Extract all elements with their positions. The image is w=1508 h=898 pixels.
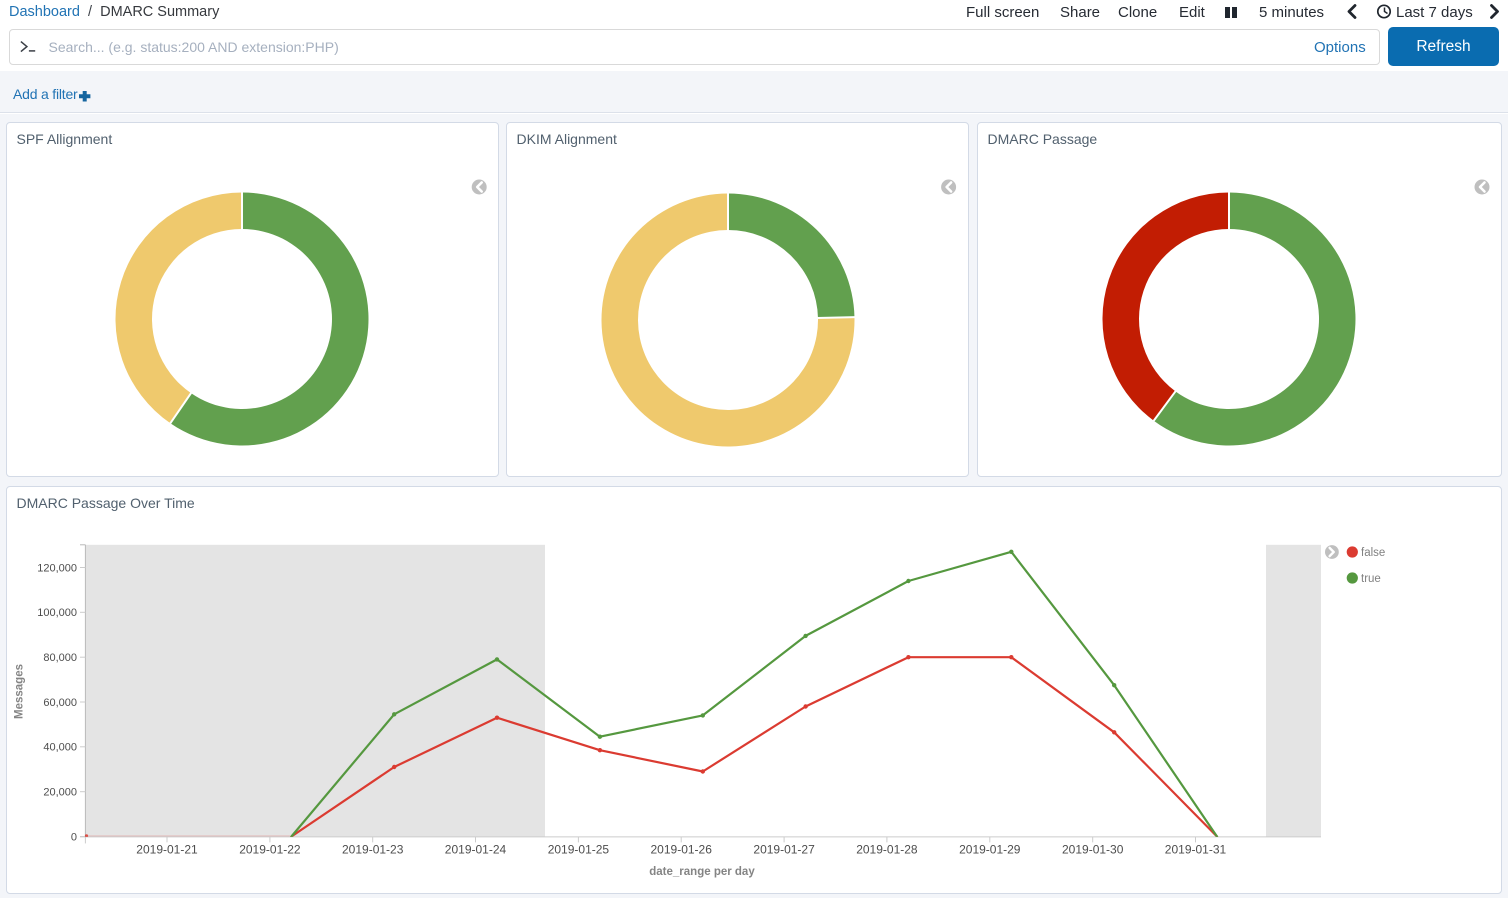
svg-text:false: false <box>1361 547 1385 559</box>
svg-text:120,000: 120,000 <box>37 562 77 574</box>
svg-text:2019-01-31: 2019-01-31 <box>1165 842 1227 856</box>
svg-text:60,000: 60,000 <box>43 696 77 708</box>
svg-text:2019-01-22: 2019-01-22 <box>239 842 301 856</box>
svg-text:2019-01-23: 2019-01-23 <box>342 842 404 856</box>
svg-text:2019-01-25: 2019-01-25 <box>548 842 610 856</box>
svg-text:true: true <box>1361 573 1381 585</box>
svg-text:20,000: 20,000 <box>43 786 77 798</box>
svg-text:2019-01-28: 2019-01-28 <box>856 842 918 856</box>
svg-text:2019-01-26: 2019-01-26 <box>651 842 713 856</box>
svg-text:40,000: 40,000 <box>43 741 77 753</box>
svg-text:2019-01-29: 2019-01-29 <box>959 842 1021 856</box>
svg-text:date_range per day: date_range per day <box>649 866 755 878</box>
svg-text:Messages: Messages <box>14 664 26 719</box>
svg-text:2019-01-21: 2019-01-21 <box>136 842 198 856</box>
svg-text:100,000: 100,000 <box>37 607 77 619</box>
svg-text:2019-01-27: 2019-01-27 <box>753 842 815 856</box>
svg-text:0: 0 <box>71 831 77 843</box>
svg-text:80,000: 80,000 <box>43 652 77 664</box>
svg-text:2019-01-24: 2019-01-24 <box>445 842 507 856</box>
svg-text:2019-01-30: 2019-01-30 <box>1062 842 1124 856</box>
